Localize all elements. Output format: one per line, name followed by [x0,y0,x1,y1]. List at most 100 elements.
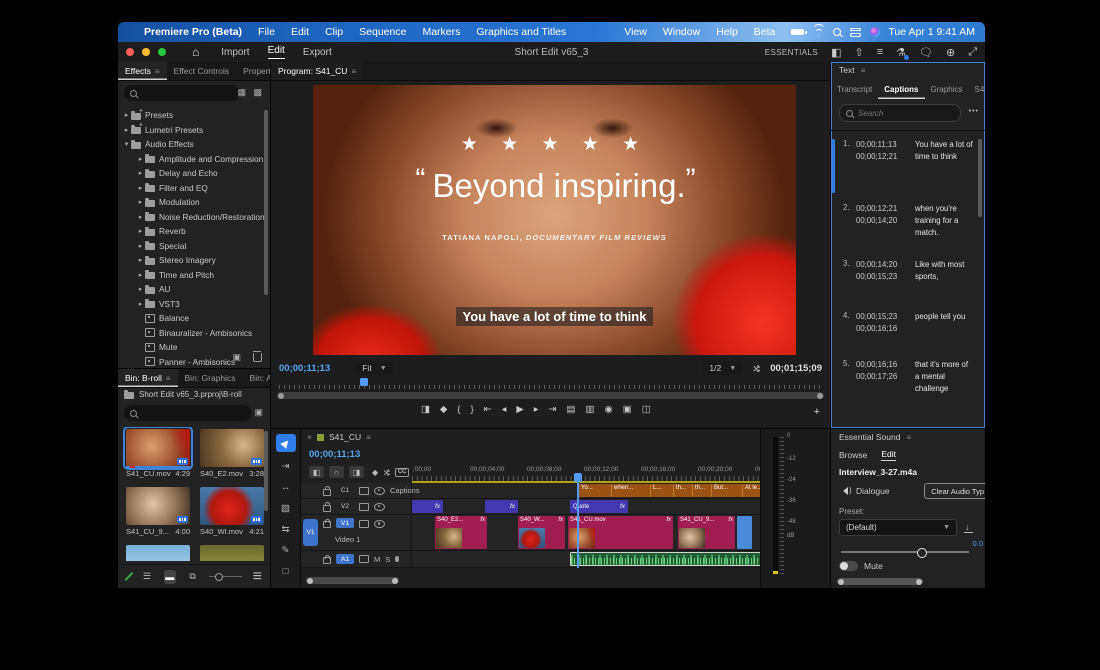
close-window-button[interactable] [126,48,134,56]
playback-resolution-select[interactable]: 1/2▼ [703,361,742,375]
menu-item[interactable]: Window [663,26,700,38]
caption-text[interactable]: Like with most sports, [915,259,973,283]
siri-icon[interactable] [870,27,880,37]
track-a1-button[interactable]: A1 [336,554,354,564]
tab-bin-broll[interactable]: Bin: B-roll≡ [118,369,178,387]
effects-tree-item[interactable]: ▸ Lumetri Presets [122,123,266,138]
transport-icon[interactable]: ▣ [623,404,632,415]
caption-clip[interactable]: th... [673,484,693,497]
effects-scrollbar[interactable] [264,110,268,295]
menu-item[interactable]: Clip [325,26,343,38]
clear-audio-type-button[interactable]: Clear Audio Typ [924,483,985,499]
menu-item[interactable]: Sequence [359,26,406,38]
menu-item[interactable]: Edit [291,26,309,38]
caption-timecodes[interactable]: 00;00;16;1600;00;17;26 [856,359,897,383]
track-badge-icon[interactable] [359,520,369,528]
program-scrollbar[interactable] [277,392,824,399]
tab-bin-audio[interactable]: Bin: Au [243,369,270,387]
caption-text[interactable]: when you're training for a match. [915,203,973,239]
caption-text[interactable]: that it's more of a mental challenge [915,359,973,395]
timeline-option-icon[interactable]: ∩ [329,466,344,478]
caption-timecodes[interactable]: 00;00;11;1300;00;12;21 [856,139,897,163]
effects-tree-item[interactable]: ▸ AU [122,282,266,297]
effects-tree-item[interactable]: ▸ Filter and EQ [122,181,266,196]
freeform-view-icon[interactable]: ⧉ [187,570,199,584]
menu-item[interactable]: View [624,26,647,38]
zoom-level-select[interactable]: Fit▼ [356,361,392,375]
bin-clip[interactable]: S40_E2.mov 3:28 [200,429,264,478]
track-visibility-eye-icon[interactable] [374,503,385,511]
transport-icon[interactable]: ⇥ [549,404,557,415]
transport-icon[interactable]: ◫ [642,404,651,415]
caption-timecodes[interactable]: 00;00;14;2000;00;15;23 [856,259,897,283]
battery-icon[interactable] [791,29,804,35]
settings-wrench-icon[interactable]: ⚒ [751,364,762,372]
panel-menu-icon[interactable]: ≡ [861,66,866,75]
add-marker-icon[interactable]: ◆ [372,468,378,477]
wifi-icon[interactable] [813,28,824,37]
volume-value[interactable]: 0.0 [973,539,983,548]
caption-text[interactable]: people tell you [915,311,973,323]
feedback-chat-icon[interactable]: 🗨 [919,46,933,59]
tab-overflow[interactable]: S4 [969,79,985,99]
tab-edit[interactable]: Edit [268,45,285,59]
effects-tree-item[interactable]: ▸ Noise Reduction/Restoration [122,210,266,225]
tab-properties[interactable]: Propertie [236,62,270,80]
caption-timecodes[interactable]: 00;00;15;2300;00;16;16 [856,311,897,335]
panel-menu-icon[interactable]: ≡ [155,67,160,76]
graphic-clip[interactable]: Quotefx [570,500,628,513]
solo-track-button[interactable]: S [385,555,390,564]
caption-list-item[interactable]: 2. 00;00;12;2100;00;14;20 when you're tr… [831,203,985,245]
graphic-clip[interactable]: fx [412,500,443,513]
caption-list-item[interactable]: 3. 00;00;14;2000;00;15;23 Like with most… [831,259,985,289]
track-badge-icon[interactable] [359,555,369,563]
mute-track-button[interactable]: M [374,555,380,564]
panel-menu-icon[interactable]: ≡ [366,433,371,442]
edit-pen-icon[interactable] [124,572,133,581]
tab-captions[interactable]: Captions [878,79,924,99]
transport-icon[interactable]: ▥ [585,404,594,415]
tab-transcript[interactable]: Transcript [831,79,878,99]
timeline-tool-icon[interactable]: ↔ [281,482,291,494]
control-center-icon[interactable] [850,28,861,37]
track-visibility-eye-icon[interactable] [374,520,385,528]
video-clip[interactable]: S40_W...fx [518,516,565,549]
tab-browse[interactable]: Browse [839,450,867,460]
tab-program[interactable]: Program: S41_CU≡ [271,62,363,80]
bin-clip[interactable]: S40_WI.mov 4:21 [200,487,264,536]
program-video[interactable]: ★ ★ ★ ★ ★ “ Beyond inspiring.” TATIANA N… [313,85,796,355]
menu-item[interactable]: Help [716,26,738,38]
menu-item[interactable]: Beta [754,26,776,38]
timeline-tool-icon[interactable]: ⇆ [282,524,290,536]
volume-slider[interactable] [841,551,969,553]
menu-item[interactable]: Graphics and Titles [476,26,566,38]
captions-visibility-icon[interactable]: CC [395,468,409,477]
bin-search-input[interactable] [142,409,246,418]
render-queue-icon[interactable]: ≡ [877,46,883,58]
effects-tree-item[interactable]: Balance [122,311,266,326]
bin-scrollbar[interactable] [264,431,268,511]
bin-clip[interactable] [126,545,190,561]
caption-list-item[interactable]: 1. 00;00;11;1300;00;12;21 You have a lot… [831,139,985,193]
share-icon[interactable]: ⇧ [854,46,863,59]
video-clip[interactable]: S41_CU_9...fx [678,516,735,549]
new-custom-bin-icon[interactable]: ▣ [232,352,241,363]
bin-clip[interactable]: S41_CU.mov 4:29 [126,429,190,478]
32bit-effects-icon[interactable]: ▩ [253,87,262,98]
bin-search[interactable] [124,405,252,421]
close-sequence-icon[interactable]: × [307,432,312,442]
effects-tree-item[interactable]: ▸ Special [122,239,266,254]
tab-edit[interactable]: Edit [881,449,896,461]
effects-tree-item[interactable]: ▸ Reverb [122,224,266,239]
workspace-panel-icon[interactable]: ◧ [831,46,841,59]
voiceover-mic-icon[interactable] [395,556,399,562]
effects-search-input[interactable] [142,89,234,98]
captions-scrollbar[interactable] [978,139,982,217]
bin-clip[interactable] [200,545,264,561]
transport-icon[interactable]: ▤ [566,404,575,415]
timeline-tool-icon[interactable]: □ [283,566,289,578]
track-v2-button[interactable]: V2 [336,502,354,512]
timeline-option-icon[interactable]: ◧ [309,466,324,478]
effects-tree-item[interactable]: ▸ VST3 [122,297,266,312]
caption-timecodes[interactable]: 00;00;12;2100;00;14;20 [856,203,897,227]
